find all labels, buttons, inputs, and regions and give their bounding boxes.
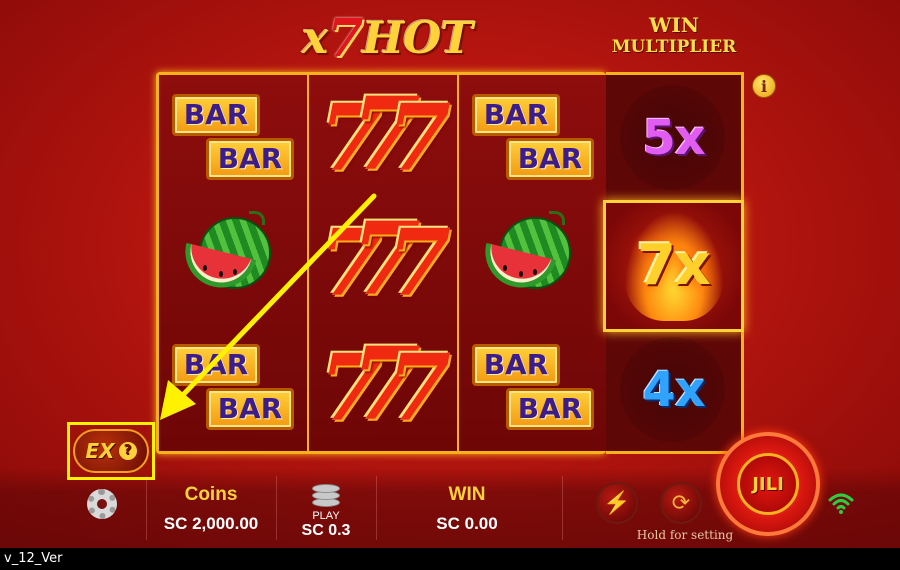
bar-plate: BAR: [472, 343, 560, 386]
logo-prefix: x: [301, 12, 328, 64]
bet-chips-button[interactable]: [312, 480, 340, 510]
logo-suffix: HOT: [362, 12, 473, 64]
bar-plate: BAR: [206, 137, 294, 180]
reel-1-cell-2: [159, 200, 307, 325]
win-value: SC 0.00: [436, 514, 498, 533]
bar-plate: BAR: [506, 137, 594, 180]
multiplier-value: 4x: [642, 361, 705, 418]
bar-bar-symbol: BAR BAR: [468, 338, 598, 438]
multiplier-cell-5x: 5x: [606, 75, 741, 200]
reel-1: BAR BAR BAR BAR: [159, 75, 307, 451]
play-value: SC 0.3: [301, 522, 351, 539]
hold-for-setting-text: Hold for setting: [636, 528, 734, 542]
coins-label: Coins: [184, 484, 238, 505]
bar-plate: BAR: [506, 387, 594, 430]
logo-seven: 7: [327, 7, 363, 69]
reel-3-cell-2: [459, 200, 607, 325]
lightning-icon: ⚡: [603, 490, 631, 515]
triple-seven-symbol: 777: [319, 74, 452, 193]
info-icon: i: [760, 77, 768, 96]
triple-seven-symbol: 777: [319, 324, 452, 443]
triple-seven-symbol: 777: [319, 199, 452, 318]
watermelon-symbol: [473, 210, 593, 313]
reel-3-cell-3: BAR BAR: [459, 325, 607, 450]
bar-bar-symbol: BAR BAR: [168, 88, 298, 188]
autoplay-icon: ⟳: [671, 490, 691, 515]
gear-icon: [87, 489, 117, 519]
bar-plate: BAR: [172, 343, 260, 386]
extra-bet-label: EX: [85, 439, 115, 463]
reel-1-cell-3: BAR BAR: [159, 325, 307, 450]
wifi-icon: [828, 493, 854, 514]
turbo-button[interactable]: ⚡: [596, 482, 638, 524]
multiplier-cell-7x: 7x: [606, 203, 741, 328]
multiplier-cell-4x: 4x: [606, 327, 741, 452]
extra-bet-badge: EX ?: [73, 429, 149, 473]
reel-2-cell-2: 777: [309, 200, 457, 325]
reels-frame: BAR BAR BAR BAR 7 7 7 7 7 7 7 7 7 BAR BA…: [156, 72, 607, 454]
coins-value: SC 2,000.00: [163, 514, 259, 533]
multiplier-value-active: 7x: [636, 233, 711, 298]
watermelon-symbol: [173, 210, 293, 313]
bar-bar-symbol: BAR BAR: [168, 338, 298, 438]
win-multiplier-title-line2: MULTIPLIER: [611, 37, 737, 57]
bar-plate: BAR: [206, 387, 294, 430]
play-label: PLAY: [312, 510, 340, 522]
autoplay-button[interactable]: ⟳: [660, 482, 702, 524]
game-logo: x 7 HOT: [296, 7, 478, 69]
spin-button-label: JILI: [737, 453, 799, 515]
spin-button[interactable]: JILI: [716, 432, 820, 536]
reel-2-cell-3: 777: [309, 325, 457, 450]
win-multiplier-title-line1: WIN: [648, 13, 700, 37]
reel-3-cell-1: BAR BAR: [459, 75, 607, 200]
help-icon: ?: [118, 442, 137, 460]
version-label: v_12_Ver: [0, 548, 900, 570]
reel-2-cell-1: 777: [309, 75, 457, 200]
reel-3: BAR BAR BAR BAR: [459, 75, 607, 451]
info-button[interactable]: i: [752, 74, 776, 98]
bar-plate: BAR: [472, 93, 560, 136]
reel-1-cell-1: BAR BAR: [159, 75, 307, 200]
win-label: WIN: [448, 484, 486, 505]
multiplier-value: 5x: [642, 109, 705, 166]
bar-plate: BAR: [172, 93, 260, 136]
extra-bet-button[interactable]: EX ?: [67, 422, 155, 480]
win-multiplier-title: WIN MULTIPLIER: [604, 14, 744, 58]
game-stage: x 7 HOT WIN MULTIPLIER i BAR BAR BAR BAR…: [0, 0, 900, 548]
bar-bar-symbol: BAR BAR: [468, 88, 598, 188]
reel-2: 777 777 777: [309, 75, 457, 451]
multiplier-reel: 5x 7x 4x: [603, 72, 744, 454]
settings-button[interactable]: [84, 486, 120, 522]
